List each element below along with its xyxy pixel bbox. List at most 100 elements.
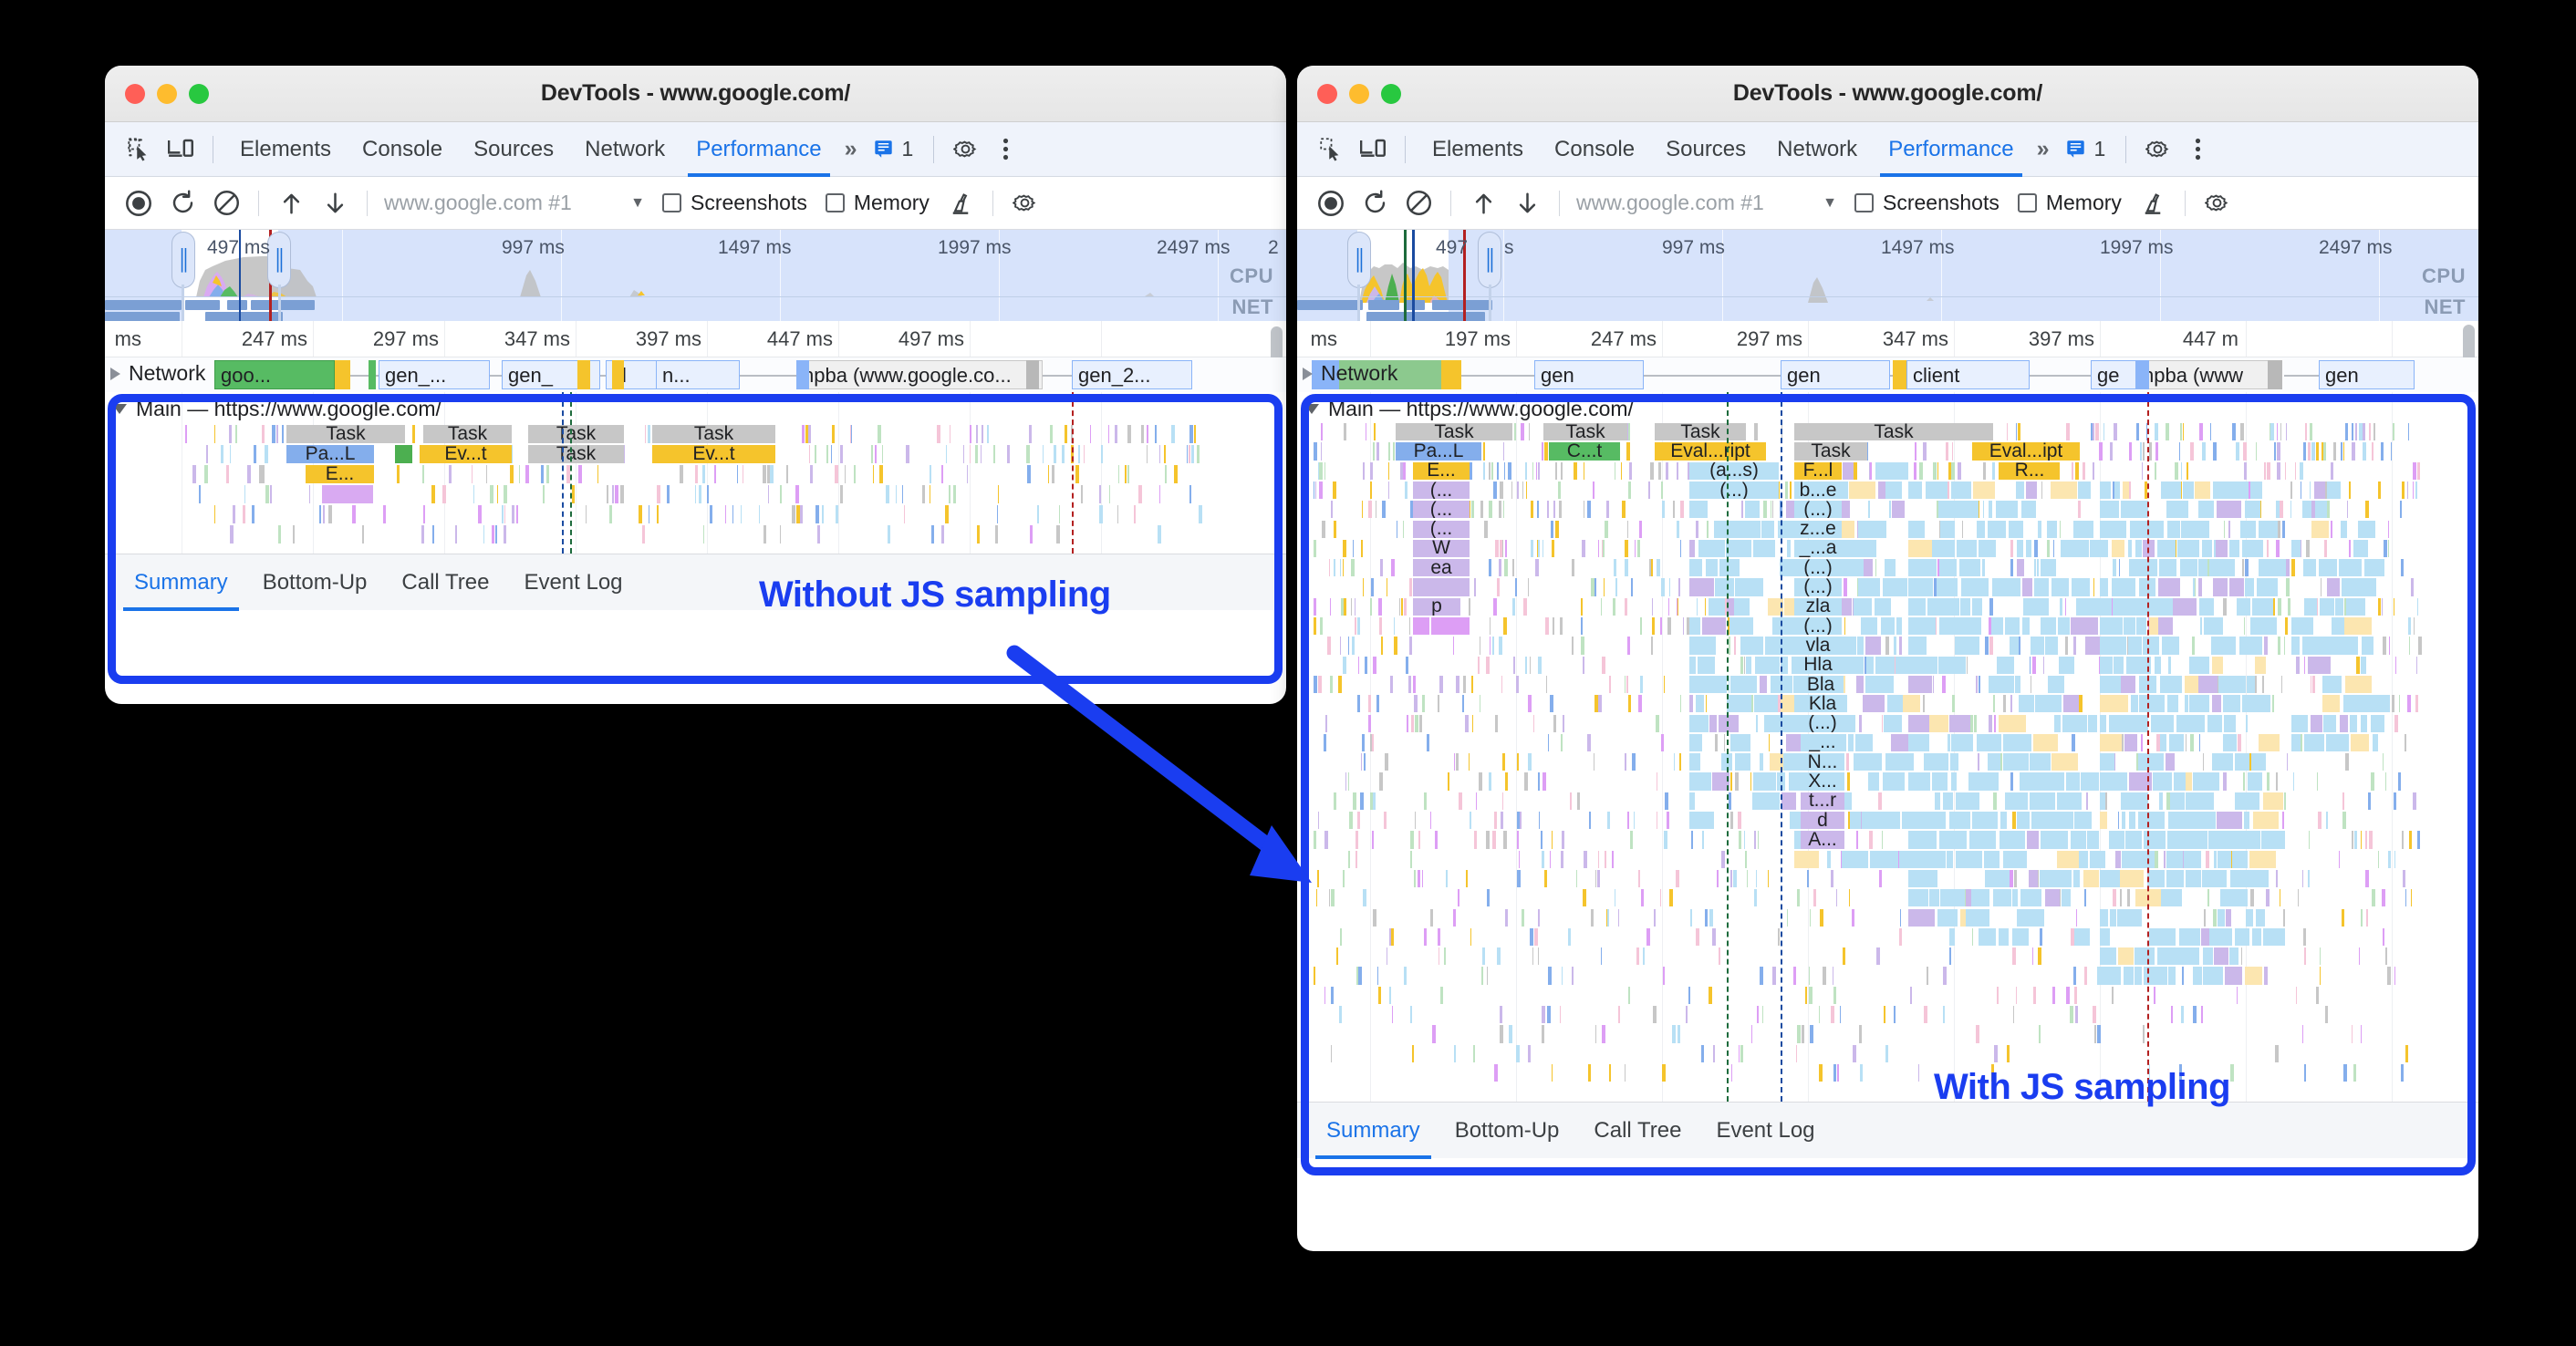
flame-bar[interactable] xyxy=(2128,539,2132,558)
flame-bar[interactable] xyxy=(2183,481,2194,500)
flame-bar[interactable] xyxy=(1532,947,1533,966)
flame-bar[interactable] xyxy=(2045,889,2060,907)
flame-bar[interactable] xyxy=(1735,772,1739,791)
flame-bar[interactable] xyxy=(1949,947,1951,966)
flame-bar[interactable] xyxy=(1989,675,2014,694)
flame-bar[interactable] xyxy=(1503,442,1504,461)
network-request[interactable]: ge xyxy=(2091,360,2136,389)
flame-bar[interactable] xyxy=(2211,927,2232,947)
flame-bar[interactable] xyxy=(1392,1006,1393,1024)
flame-bar[interactable] xyxy=(2322,695,2340,713)
flame-bar[interactable] xyxy=(1885,481,1902,500)
flame-bar[interactable] xyxy=(1511,481,1512,500)
flame-bar[interactable] xyxy=(1997,656,2014,674)
flame-bar[interactable] xyxy=(1487,889,1490,907)
flame-bar[interactable] xyxy=(1652,597,1653,616)
flame-bar[interactable] xyxy=(1379,772,1383,791)
flame-bar[interactable] xyxy=(1679,753,1681,771)
flame-bar[interactable] xyxy=(1538,947,1539,966)
flame-bar[interactable] xyxy=(2385,772,2386,791)
flame-bar[interactable] xyxy=(2114,481,2120,500)
expand-triangle-icon[interactable] xyxy=(1303,367,1313,380)
flame-bar[interactable] xyxy=(1764,714,1778,732)
flame-bar[interactable] xyxy=(1348,637,1349,655)
flame-bar[interactable] xyxy=(2186,869,2201,888)
flame-bar[interactable] xyxy=(1559,501,1562,519)
flame-bar[interactable] xyxy=(1458,889,1459,907)
flame-bar[interactable] xyxy=(2252,927,2261,947)
flame-bar[interactable]: Task xyxy=(652,425,775,443)
flame-bar[interactable] xyxy=(967,465,968,483)
flame-bar[interactable] xyxy=(1709,986,1712,1004)
flame-bar[interactable] xyxy=(1373,908,1376,927)
flame-bar[interactable]: vla xyxy=(1794,637,1842,655)
flame-bar[interactable] xyxy=(1996,501,2018,519)
flame-bar[interactable] xyxy=(2213,908,2217,927)
flame-bar[interactable] xyxy=(1351,597,1352,616)
network-request[interactable]: n... xyxy=(656,360,740,389)
flame-bar[interactable] xyxy=(2284,792,2286,810)
flame-bar[interactable] xyxy=(2361,714,2367,732)
flame-bar[interactable] xyxy=(1056,525,1060,544)
flame-bar[interactable] xyxy=(1368,501,1372,519)
flame-bar[interactable] xyxy=(252,505,254,523)
download-arrow-icon[interactable] xyxy=(314,182,356,224)
flame-bar[interactable] xyxy=(1754,831,1756,849)
flame-bar[interactable] xyxy=(2043,656,2044,674)
flame-bar[interactable] xyxy=(1689,812,1714,830)
flame-bar[interactable]: (...) xyxy=(1794,578,1842,596)
kebab-menu-icon[interactable] xyxy=(985,129,1025,170)
flame-bar[interactable] xyxy=(1943,967,1947,985)
profile-selector[interactable]: www.google.com #1 ▼ xyxy=(379,191,652,215)
flame-bar[interactable] xyxy=(2110,442,2113,461)
flame-bar[interactable]: (... xyxy=(1413,520,1470,538)
flame-bar[interactable] xyxy=(695,465,698,483)
flame-bar[interactable] xyxy=(2124,617,2135,636)
flame-bar[interactable] xyxy=(1538,772,1540,791)
flame-bar[interactable] xyxy=(486,465,487,483)
flame-bar[interactable] xyxy=(2361,1025,2362,1043)
flame-bar[interactable] xyxy=(1446,869,1448,888)
timeline-overview-left[interactable]: ║ ║ 497 ms 997 ms 1497 ms 1997 ms 2497 m… xyxy=(105,230,1286,321)
flame-bar[interactable] xyxy=(1651,559,1653,577)
flame-bar[interactable] xyxy=(2135,947,2148,966)
flame-bar[interactable] xyxy=(1026,445,1030,463)
flame-bar[interactable]: R... xyxy=(2000,461,2060,480)
flame-bar[interactable] xyxy=(1842,850,1868,868)
network-request[interactable]: gen xyxy=(2319,360,2415,389)
flame-bar[interactable] xyxy=(2032,656,2036,674)
flame-bar[interactable] xyxy=(1521,423,1524,441)
flame-bar[interactable] xyxy=(879,465,883,483)
flame-bar[interactable] xyxy=(2276,539,2280,558)
flame-bar[interactable] xyxy=(1910,986,1912,1004)
flame-bar[interactable] xyxy=(1158,525,1161,544)
flame-bar[interactable] xyxy=(2041,617,2056,636)
flame-bar[interactable] xyxy=(710,505,712,523)
flame-bar[interactable] xyxy=(2202,539,2212,558)
flame-bar[interactable] xyxy=(1343,869,1345,888)
flame-bar[interactable] xyxy=(2155,442,2158,461)
flame-bar[interactable] xyxy=(2316,986,2319,1004)
flame-bar[interactable] xyxy=(2052,986,2055,1004)
flame-bar[interactable] xyxy=(2204,617,2222,636)
flame-bar[interactable] xyxy=(2235,753,2249,771)
flame-bar[interactable] xyxy=(254,445,256,463)
flame-bar[interactable] xyxy=(1951,461,1955,480)
flame-bar[interactable] xyxy=(2022,617,2030,636)
flame-bar[interactable] xyxy=(1561,733,1563,752)
flame-bar[interactable] xyxy=(1730,812,1733,830)
flame-bar[interactable] xyxy=(2364,559,2384,577)
flame-bar[interactable] xyxy=(1658,461,1661,480)
flame-bar[interactable] xyxy=(1413,617,1429,636)
flame-bar[interactable] xyxy=(982,425,983,443)
tab-console[interactable]: Console xyxy=(1539,122,1650,177)
flame-bar[interactable] xyxy=(1415,812,1416,830)
flame-bar[interactable] xyxy=(1538,656,1542,674)
network-track-left[interactable]: goo... gen_... gen_ cl n... hpba (www.go… xyxy=(105,357,1286,392)
flame-bar[interactable] xyxy=(2073,637,2076,655)
flame-bar[interactable] xyxy=(2383,753,2384,771)
flame-bar[interactable] xyxy=(1409,637,1412,655)
flame-bar[interactable] xyxy=(293,525,295,544)
flame-bar[interactable] xyxy=(1678,1025,1680,1043)
flame-bar[interactable] xyxy=(2162,637,2179,655)
